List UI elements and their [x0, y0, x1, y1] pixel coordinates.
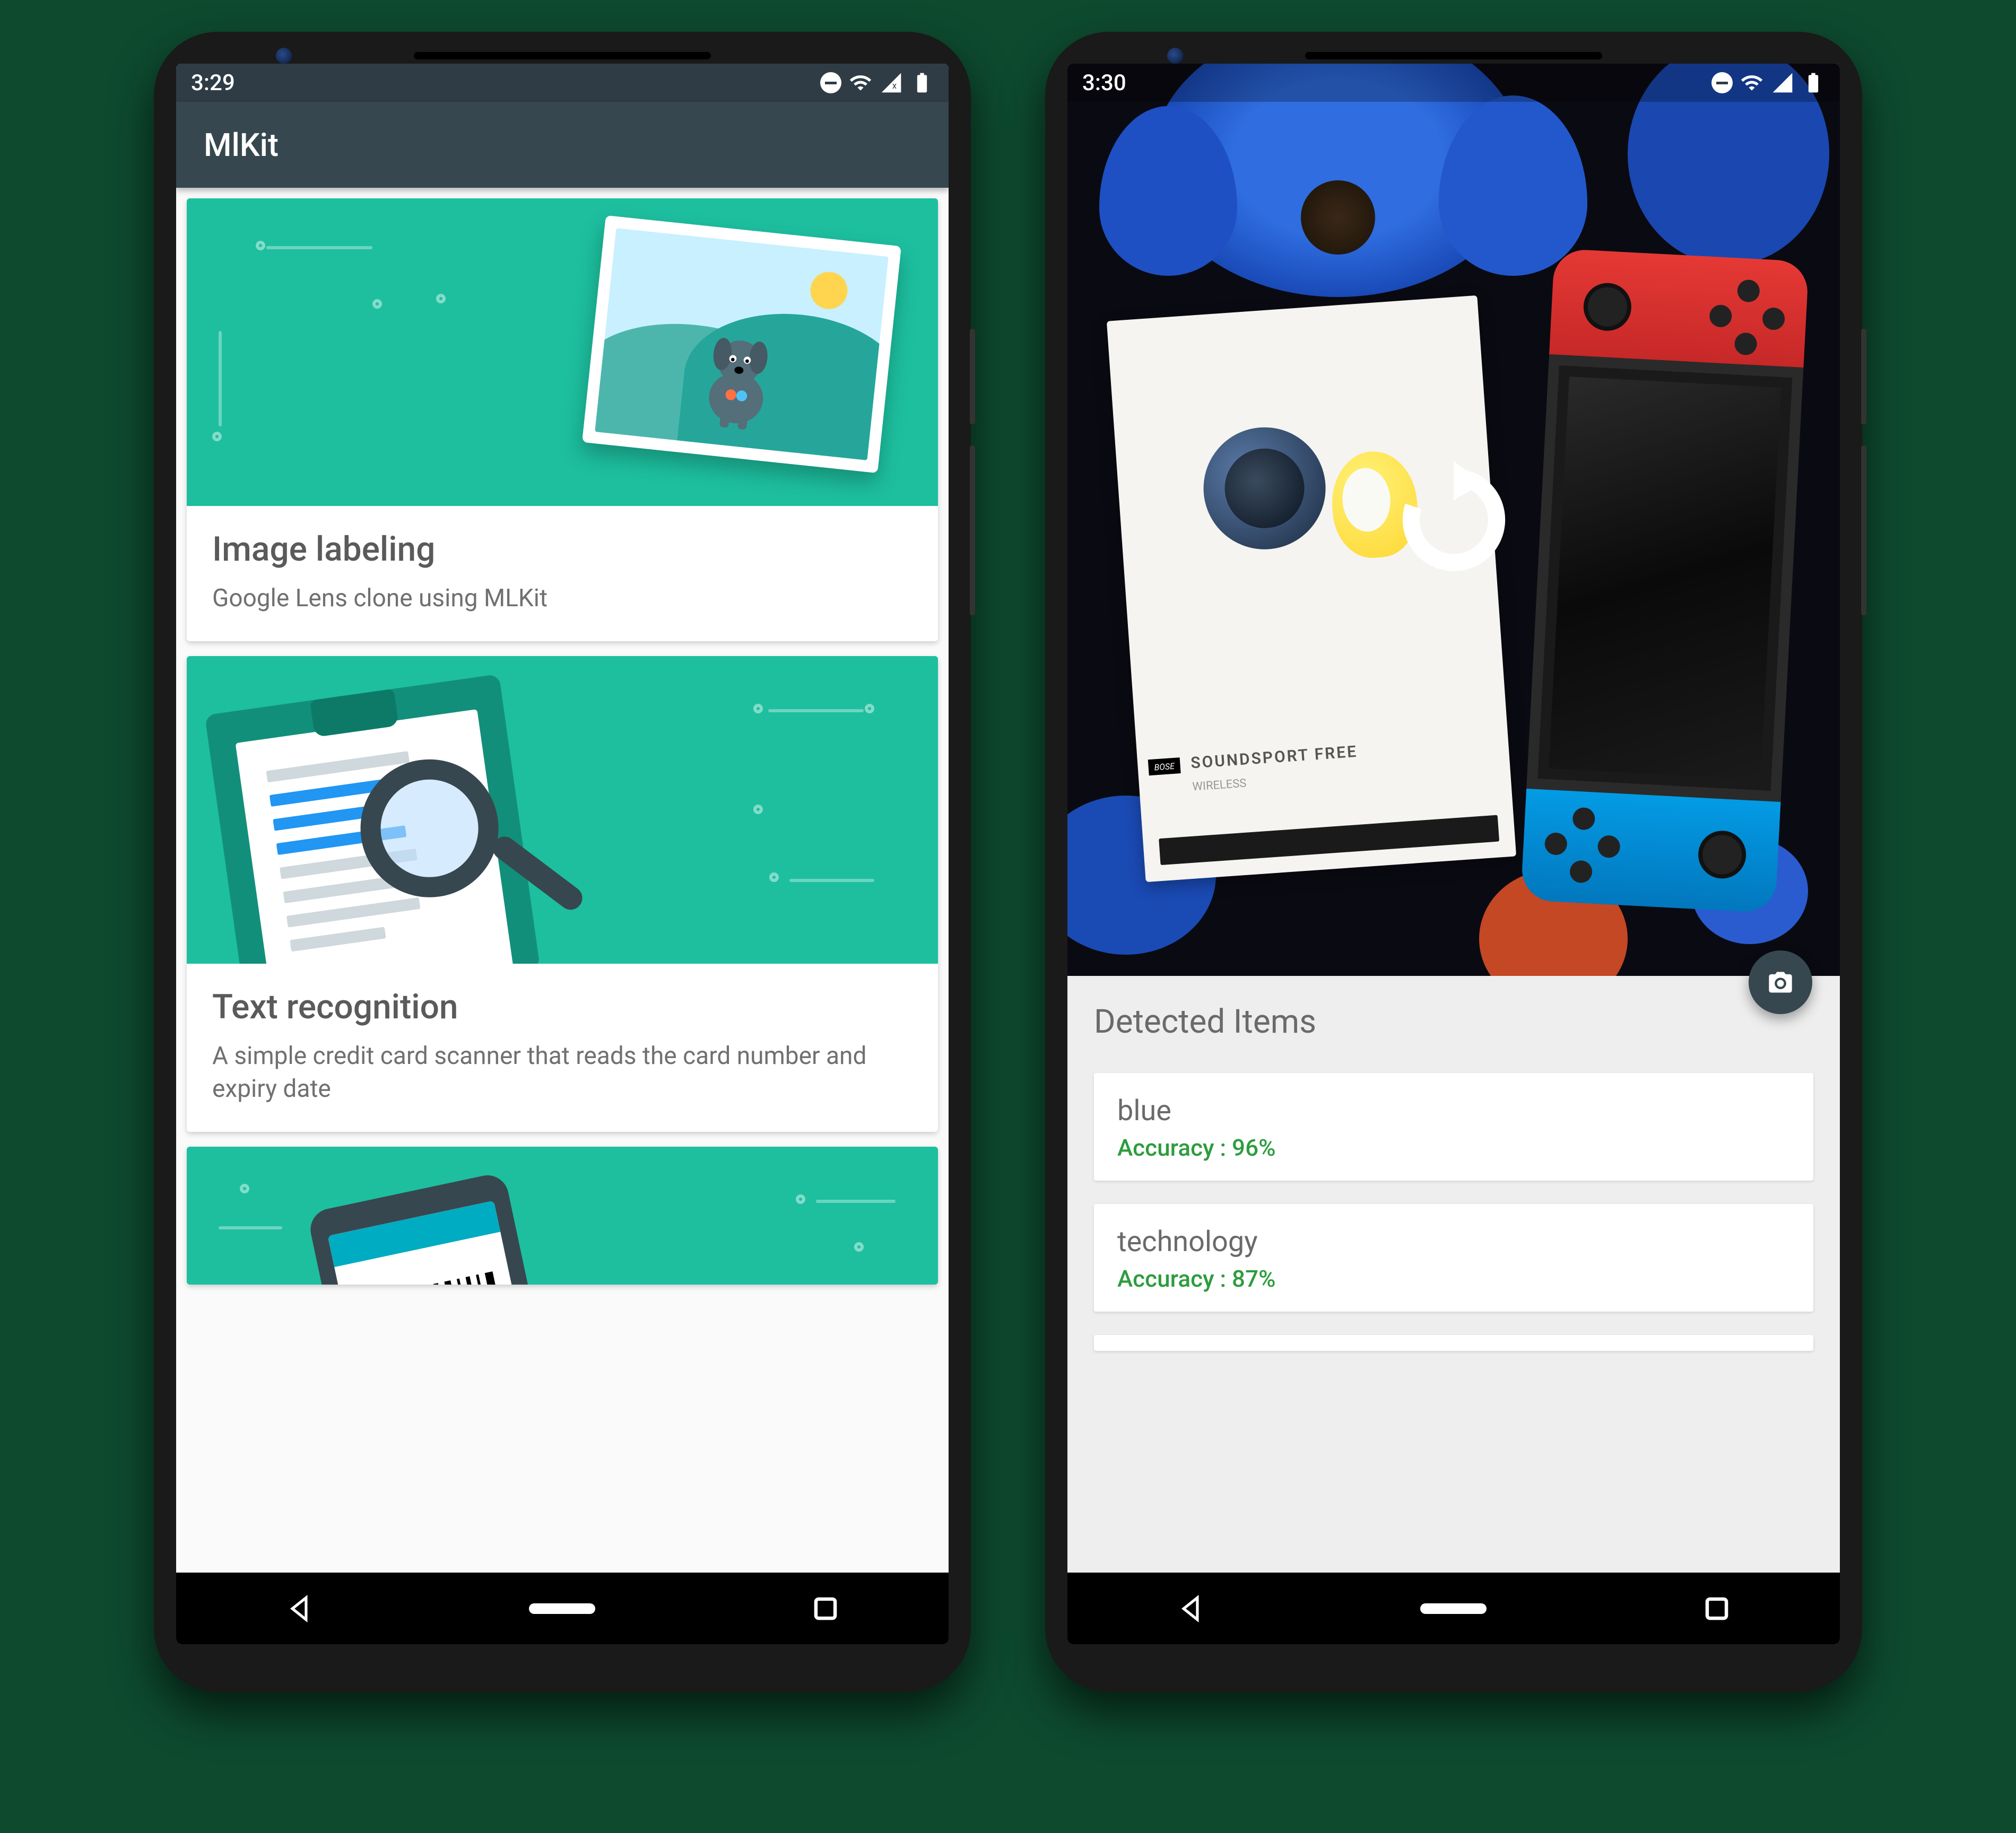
card-title: Text recognition: [212, 987, 913, 1027]
card-text-recognition[interactable]: Text recognition A simple credit card sc…: [187, 656, 938, 1132]
product-subtitle: WIRELESS: [1192, 776, 1247, 793]
status-time: 3:29: [191, 70, 235, 96]
result-label: blue: [1117, 1094, 1790, 1128]
back-icon[interactable]: [283, 1592, 316, 1625]
refresh-icon[interactable]: [1393, 459, 1515, 581]
battery-icon: [1802, 71, 1825, 94]
result-item[interactable]: technology Accuracy : 87%: [1094, 1204, 1813, 1312]
status-icons: x: [820, 71, 934, 94]
game-console: [1520, 248, 1809, 913]
results-heading: Detected Items: [1094, 1002, 1813, 1041]
wifi-icon: [1740, 71, 1763, 94]
result-item[interactable]: blue Accuracy : 96%: [1094, 1073, 1813, 1181]
back-icon[interactable]: [1174, 1592, 1207, 1625]
camera-icon: [1767, 968, 1794, 996]
result-accuracy: Accuracy : 96%: [1117, 1134, 1790, 1162]
signal-icon: [1771, 71, 1794, 94]
clipboard-illustration: [205, 674, 540, 964]
phone-right: 3:30: [1045, 32, 1862, 1692]
card-hero: [187, 198, 938, 506]
earbud-left-illustration: [1200, 423, 1329, 553]
capture-button[interactable]: [1749, 950, 1812, 1014]
svg-text:x: x: [892, 81, 897, 91]
app-bar: MlKit: [176, 102, 949, 188]
card-list[interactable]: Image labeling Google Lens clone using M…: [176, 188, 949, 1573]
result-label: technology: [1117, 1225, 1790, 1259]
screen-right: 3:30: [1067, 64, 1840, 1644]
magnifier-icon: [352, 750, 508, 906]
product-box: BOSE SOUNDSPORT FREE WIRELESS: [1107, 295, 1516, 882]
card-image-labeling[interactable]: Image labeling Google Lens clone using M…: [187, 198, 938, 641]
phone-left: 3:29 x MlKit: [154, 32, 971, 1692]
results-panel[interactable]: Detected Items blue Accuracy : 96% techn…: [1067, 976, 1840, 1573]
battery-icon: [910, 71, 934, 94]
navigation-bar: [1067, 1573, 1840, 1644]
dnd-icon: [1711, 72, 1733, 93]
app-title: MlKit: [204, 126, 279, 164]
barcode-phone-illustration: [307, 1172, 566, 1285]
screen-left: 3:29 x MlKit: [176, 64, 949, 1644]
status-icons: [1711, 71, 1825, 94]
result-item[interactable]: [1094, 1335, 1813, 1351]
product-name: SOUNDSPORT FREE: [1190, 743, 1358, 773]
dog-illustration: [688, 325, 788, 435]
navigation-bar: [176, 1573, 949, 1644]
card-subtitle: A simple credit card scanner that reads …: [212, 1040, 913, 1105]
wifi-icon: [849, 71, 872, 94]
brand-label: BOSE: [1148, 757, 1181, 775]
card-hero: [187, 1147, 938, 1285]
status-bar: 3:29 x: [176, 64, 949, 102]
status-time: 3:30: [1082, 70, 1126, 96]
card-subtitle: Google Lens clone using MLKit: [212, 582, 913, 615]
home-button[interactable]: [529, 1603, 595, 1614]
card-title: Image labeling: [212, 529, 913, 569]
camera-preview[interactable]: BOSE SOUNDSPORT FREE WIRELESS: [1067, 64, 1840, 976]
recents-icon[interactable]: [809, 1592, 842, 1625]
result-accuracy: Accuracy : 87%: [1117, 1265, 1790, 1293]
card-barcode[interactable]: [187, 1147, 938, 1285]
signal-icon: x: [880, 71, 903, 94]
dnd-icon: [820, 72, 841, 93]
recents-icon[interactable]: [1700, 1592, 1733, 1625]
sample-photo: [582, 215, 901, 473]
status-bar: 3:30: [1067, 64, 1840, 102]
card-hero: [187, 656, 938, 964]
home-button[interactable]: [1420, 1603, 1487, 1614]
